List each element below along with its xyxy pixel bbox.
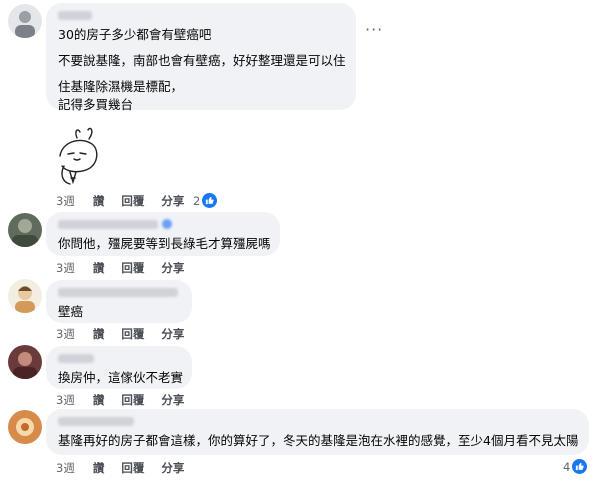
reply-button[interactable]: 回覆 — [121, 460, 144, 476]
share-button[interactable]: 分享 — [161, 392, 184, 408]
rabbit-sticker — [50, 126, 102, 188]
avatar[interactable] — [8, 279, 42, 313]
like-button[interactable]: 讚 — [93, 326, 105, 342]
comment-bubble: 換房仲，這傢伙不老實 — [46, 346, 192, 389]
timestamp[interactable]: 3週 — [56, 326, 75, 342]
thumbs-up-icon — [202, 193, 218, 208]
avatar[interactable] — [8, 213, 42, 247]
thumbs-up-icon — [572, 459, 588, 474]
comment-text: 壁癌 — [58, 304, 84, 319]
comment-text: 換房仲，這傢伙不老實 — [58, 370, 184, 385]
reaction-count[interactable]: 2 — [193, 193, 218, 208]
comment-actions: 3週 讚 回覆 分享 — [56, 326, 201, 342]
timestamp[interactable]: 3週 — [56, 260, 75, 276]
comment-text: 不要說基隆，南部也會有壁癌，好好整理還是可以住 — [58, 53, 346, 68]
avatar[interactable] — [8, 4, 42, 38]
share-button[interactable]: 分享 — [161, 260, 184, 276]
comment-text: 30的房子多少都會有壁癌吧 — [58, 27, 212, 42]
comment-text: 住基隆除濕機是標配， — [58, 79, 184, 94]
avatar[interactable] — [8, 410, 42, 444]
comment-actions: 3週 讚 回覆 分享 — [56, 260, 201, 276]
comment-text: 你問他，殭屍要等到長綠毛才算殭屍嗎 — [58, 236, 271, 251]
comment-bubble: 壁癌 — [46, 280, 192, 323]
avatar[interactable] — [8, 345, 42, 379]
like-button[interactable]: 讚 — [93, 260, 105, 276]
comment-actions: 3週 讚 回覆 分享 — [56, 392, 201, 408]
author-name[interactable] — [58, 219, 172, 229]
comment-bubble: 你問他，殭屍要等到長綠毛才算殭屍嗎 — [46, 212, 280, 256]
author-name[interactable] — [58, 288, 178, 297]
comment-actions: 3週 讚 回覆 分享 — [56, 193, 201, 209]
comment-actions: 3週 讚 回覆 分享 — [56, 460, 201, 476]
timestamp[interactable]: 3週 — [56, 193, 75, 209]
reaction-number: 2 — [193, 193, 201, 208]
reply-button[interactable]: 回覆 — [121, 260, 144, 276]
reply-button[interactable]: 回覆 — [121, 326, 144, 342]
comment-bubble: 基隆再好的房子都會這樣，你的算好了，冬天的基隆是泡在水裡的感覺，至少4個月看不見… — [46, 409, 589, 455]
like-button[interactable]: 讚 — [93, 392, 105, 408]
author-name[interactable] — [58, 11, 92, 20]
more-options-button[interactable]: ··· — [365, 20, 383, 39]
reply-button[interactable]: 回覆 — [121, 193, 144, 209]
share-button[interactable]: 分享 — [161, 193, 184, 209]
like-button[interactable]: 讚 — [93, 193, 105, 209]
share-button[interactable]: 分享 — [161, 460, 184, 476]
comment-text: 記得多買幾台 — [58, 97, 134, 112]
like-button[interactable]: 讚 — [93, 460, 105, 476]
reaction-number: 4 — [563, 459, 571, 474]
reply-button[interactable]: 回覆 — [121, 392, 144, 408]
comment-bubble: 30的房子多少都會有壁癌吧 不要說基隆，南部也會有壁癌，好好整理還是可以住 住基… — [46, 3, 356, 112]
timestamp[interactable]: 3週 — [56, 392, 75, 408]
share-button[interactable]: 分享 — [161, 326, 184, 342]
reaction-count[interactable]: 4 — [563, 459, 588, 474]
comment-text: 基隆再好的房子都會這樣，你的算好了，冬天的基隆是泡在水裡的感覺，至少4個月看不見… — [58, 433, 579, 448]
author-name[interactable] — [58, 417, 134, 426]
author-name[interactable] — [58, 354, 94, 363]
timestamp[interactable]: 3週 — [56, 460, 75, 476]
